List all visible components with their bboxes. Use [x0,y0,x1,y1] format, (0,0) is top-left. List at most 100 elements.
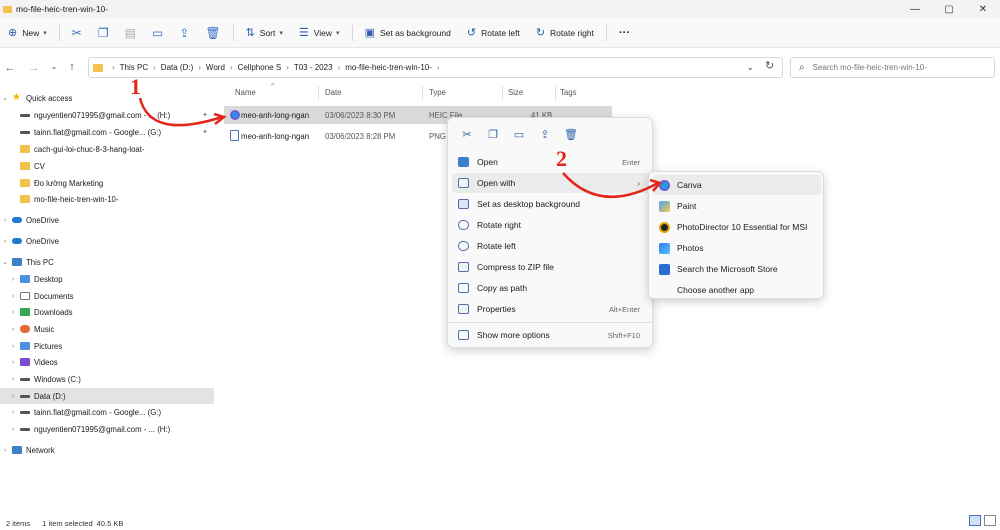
close-button[interactable]: ✕ [966,0,1000,18]
computer-icon [12,258,22,266]
view-button[interactable]: ☰ View ▾ [291,18,348,48]
nav-music[interactable]: › Music [0,321,214,337]
menu-item-open-with[interactable]: Open with › [452,173,650,193]
nav-onedrive[interactable]: › OneDrive [0,212,214,228]
trash-icon[interactable]: 🗑 [558,128,584,141]
menu-item-show-more-options[interactable]: Show more options Shift+F10 [452,325,650,345]
nav-quick-item[interactable]: tainn.fiat@gmail.com - Google... (G:) ✦ [0,124,214,140]
nav-quick-item[interactable]: CV [0,158,214,174]
menu-item-rotate-right[interactable]: Rotate right [452,215,650,235]
app-microsoft-store[interactable]: Search the Microsoft Store [653,259,821,279]
cut-button[interactable]: ✂ [64,18,90,48]
column-header-size[interactable]: Size [508,88,523,102]
nav-quick-item[interactable]: Đo lường Marketing [0,175,214,191]
cut-icon[interactable]: ✂ [454,128,480,141]
app-choose-another[interactable]: Choose another app [653,280,821,300]
drive-icon [20,377,30,381]
nav-network[interactable]: › Network [0,442,214,458]
rotate-right-button[interactable]: ↻ Rotate right [528,18,602,48]
menu-item-properties[interactable]: Properties Alt+Enter [452,299,650,319]
menu-item-compress-zip[interactable]: Compress to ZIP file [452,257,650,277]
breadcrumb-separator: › [112,63,115,72]
nav-data-d[interactable]: › Data (D:) [0,388,214,404]
details-view-button[interactable] [969,515,981,526]
status-size: 40.5 KB [96,519,124,528]
status-item-count: 2 items [6,519,31,528]
new-button[interactable]: ⊕ New ▾ [0,18,55,48]
share-button[interactable]: ⇪ [171,18,197,48]
nav-label: Desktop [34,274,63,284]
maximize-button[interactable]: ▢ [932,0,966,18]
menu-label: Compress to ZIP file [477,262,554,272]
menu-label: Copy as path [477,283,528,293]
breadcrumb-this-pc[interactable]: This PC [120,63,148,72]
nav-quick-item[interactable]: mo-file-heic-tren-win-10- [0,191,214,207]
sort-button[interactable]: ⇅ Sort ▾ [238,18,291,48]
chevron-right-icon: › [11,375,15,383]
app-canva[interactable]: Canva [653,175,821,195]
search-input[interactable]: ⌕ Search mo-file-heic-tren-win-10- [790,57,995,78]
tiles-view-button[interactable] [984,515,996,526]
recent-chevron-icon[interactable]: ⌄ [44,62,64,71]
up-arrow-icon[interactable]: ↑ [62,61,82,73]
nav-windows-c[interactable]: › Windows (C:) [0,371,214,387]
back-arrow-icon[interactable]: ← [0,62,20,74]
rename-icon[interactable]: ▭ [506,128,532,141]
delete-button[interactable]: 🗑 [197,18,228,48]
more-options-button[interactable]: ··· [611,18,638,48]
menu-item-set-desktop-background[interactable]: Set as desktop background [452,194,650,214]
breadcrumb-cellphone-s[interactable]: Cellphone S [238,63,282,72]
menu-label: Set as desktop background [477,199,581,209]
app-label: Canva [677,180,702,190]
nav-quick-item[interactable]: nguyentien071995@gmail.com - ... (H:) ✦ [0,107,214,123]
nav-this-pc[interactable]: ⌄ This PC [0,254,214,270]
paste-button[interactable]: ▤ [117,18,144,48]
sort-icon: ⇅ [245,27,255,39]
copy-button[interactable]: ❐ [90,18,117,48]
column-divider [502,86,503,100]
nav-label: Windows (C:) [34,374,81,384]
breadcrumb-current-folder[interactable]: mo-file-heic-tren-win-10- [345,63,432,72]
column-header-name[interactable]: Name [235,88,256,102]
app-photodirector[interactable]: PhotoDirector 10 Essential for MSI [653,217,821,237]
nav-desktop[interactable]: › Desktop [0,271,214,287]
forward-arrow-icon[interactable]: → [24,62,44,74]
share-icon[interactable]: ⇪ [532,128,558,141]
app-paint[interactable]: Paint [653,196,821,216]
minimize-button[interactable]: — [898,0,932,18]
breadcrumb-data-d[interactable]: Data (D:) [161,63,193,72]
column-header-tags[interactable]: Tags [560,88,576,102]
rotate-left-button[interactable]: ↺ Rotate left [459,18,528,48]
rename-button[interactable]: ▭ [144,18,171,48]
menu-item-copy-as-path[interactable]: Copy as path [452,278,650,298]
nav-quick-access[interactable]: ⌄ ★ Quick access [0,90,214,106]
sort-up-icon: ^ [271,83,275,90]
nav-documents[interactable]: › Documents [0,288,214,304]
address-history-chevron-icon[interactable]: ⌄ [746,62,754,73]
nav-pictures[interactable]: › Pictures [0,338,214,354]
title-bar: mo-file-heic-tren-win-10- — ▢ ✕ [0,0,1000,18]
breadcrumb-word[interactable]: Word [206,63,225,72]
app-photos[interactable]: Photos [653,238,821,258]
nav-videos[interactable]: › Videos [0,354,214,370]
chevron-right-icon: › [11,408,15,416]
nav-downloads[interactable]: › Downloads [0,304,214,320]
address-bar[interactable]: › This PC › Data (D:) › Word › Cellphone… [88,57,783,78]
column-header-type[interactable]: Type [429,88,446,102]
nav-onedrive[interactable]: › OneDrive [0,233,214,249]
arrow-1-head [213,112,227,125]
shortcut-label: Alt+Enter [608,304,640,314]
column-header-date[interactable]: Date [325,88,341,102]
open-with-icon [458,178,469,188]
copy-icon[interactable]: ❐ [480,128,506,141]
set-as-background-button[interactable]: ▣ Set as background [357,18,459,48]
nav-google-drive-h[interactable]: › nguyentien071995@gmail.com - ... (H:) [0,421,214,437]
menu-item-rotate-left[interactable]: Rotate left [452,236,650,256]
nav-quick-item[interactable]: cach-gui-loi-chuc-8-3-hang-loat- [0,141,214,157]
nav-label: This PC [26,257,54,267]
refresh-icon[interactable]: ↻ [765,59,774,72]
nav-google-drive-g[interactable]: › tainn.fiat@gmail.com - Google... (G:) [0,404,214,420]
menu-item-open[interactable]: Open Enter [452,152,650,172]
folder-icon [20,195,30,203]
breadcrumb-t03-2023[interactable]: T03 - 2023 [294,63,333,72]
